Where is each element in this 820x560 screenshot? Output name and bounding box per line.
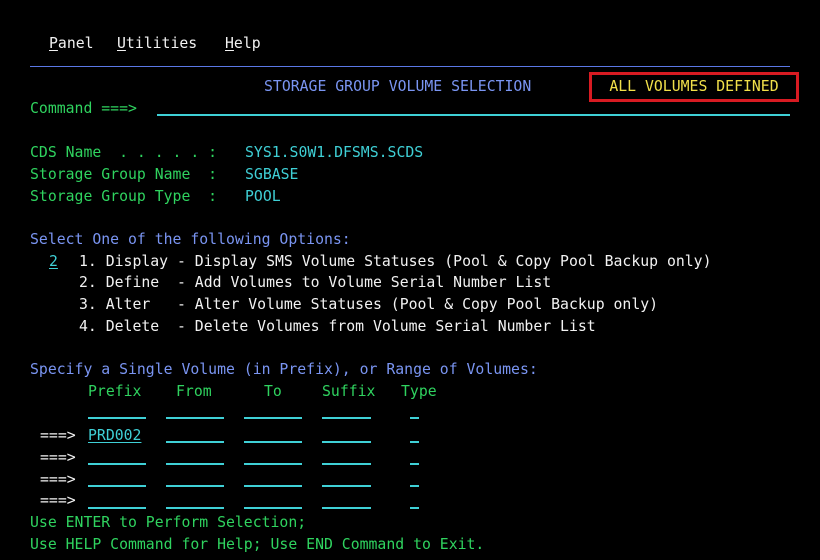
option-delete: 4. Delete - Delete Volumes from Volume S… bbox=[79, 318, 596, 335]
row-arrow: ===> bbox=[40, 427, 76, 444]
to-input[interactable] bbox=[244, 441, 302, 443]
storage-group-name-value: SGBASE bbox=[245, 166, 299, 183]
menu-separator bbox=[30, 66, 790, 67]
cds-name-label: CDS Name . . . . . : bbox=[30, 144, 218, 161]
options-heading: Select One of the following Options: bbox=[30, 231, 351, 248]
suffix-input[interactable] bbox=[322, 485, 371, 487]
row-arrow: ===> bbox=[40, 471, 76, 488]
command-label: Command ===> bbox=[30, 100, 137, 117]
col-to: To bbox=[264, 383, 282, 400]
volume-heading: Specify a Single Volume (in Prefix), or … bbox=[30, 361, 538, 378]
option-define: 2. Define - Add Volumes to Volume Serial… bbox=[79, 274, 552, 291]
type-input[interactable] bbox=[410, 441, 419, 443]
to-input[interactable] bbox=[244, 507, 302, 509]
col-prefix: Prefix bbox=[88, 383, 142, 400]
option-alter: 3. Alter - Alter Volume Statuses (Pool &… bbox=[79, 296, 659, 313]
menu-utilities-label: tilities bbox=[125, 35, 198, 52]
prefix-input[interactable]: PRD002 bbox=[88, 425, 146, 447]
type-header-underline bbox=[410, 417, 419, 419]
type-input[interactable] bbox=[410, 507, 419, 509]
to-header-underline bbox=[244, 417, 302, 419]
col-suffix: Suffix bbox=[322, 383, 376, 400]
col-from: From bbox=[176, 383, 212, 400]
from-header-underline bbox=[166, 417, 224, 419]
from-input[interactable] bbox=[166, 463, 224, 465]
ispf-panel: Panel Utilities Help STORAGE GROUP VOLUM… bbox=[0, 0, 820, 560]
menu-panel-hotkey: P bbox=[49, 35, 58, 52]
menu-panel[interactable]: Panel bbox=[49, 33, 94, 55]
to-input[interactable] bbox=[244, 463, 302, 465]
menu-help-hotkey: H bbox=[225, 35, 234, 52]
menu-utilities-hotkey: U bbox=[117, 35, 126, 52]
menu-help-label: elp bbox=[233, 35, 261, 52]
storage-group-type-label: Storage Group Type : bbox=[30, 188, 218, 205]
menu-utilities[interactable]: Utilities bbox=[117, 33, 197, 55]
panel-title: STORAGE GROUP VOLUME SELECTION bbox=[264, 78, 532, 95]
suffix-input[interactable] bbox=[322, 507, 371, 509]
option-display: 1. Display - Display SMS Volume Statuses… bbox=[79, 253, 712, 270]
cds-name-value: SYS1.S0W1.DFSMS.SCDS bbox=[245, 144, 424, 161]
from-input[interactable] bbox=[166, 507, 224, 509]
from-input[interactable] bbox=[166, 485, 224, 487]
row-arrow: ===> bbox=[40, 492, 76, 509]
type-input[interactable] bbox=[410, 485, 419, 487]
menu-help[interactable]: Help bbox=[225, 33, 261, 55]
suffix-header-underline bbox=[322, 417, 371, 419]
prefix-input[interactable] bbox=[88, 463, 146, 465]
from-input[interactable] bbox=[166, 441, 224, 443]
status-message: ALL VOLUMES DEFINED bbox=[589, 72, 799, 102]
command-input[interactable] bbox=[157, 114, 790, 116]
to-input[interactable] bbox=[244, 485, 302, 487]
type-input[interactable] bbox=[410, 463, 419, 465]
prefix-input[interactable] bbox=[88, 485, 146, 487]
prefix-header-underline bbox=[88, 417, 146, 419]
option-selection-field[interactable]: 2 bbox=[49, 251, 58, 273]
row-arrow: ===> bbox=[40, 449, 76, 466]
footer-help-hint: Use HELP Command for Help; Use END Comma… bbox=[30, 536, 485, 553]
footer-enter-hint: Use ENTER to Perform Selection; bbox=[30, 514, 307, 531]
prefix-input[interactable] bbox=[88, 507, 146, 509]
col-type: Type bbox=[401, 383, 437, 400]
suffix-input[interactable] bbox=[322, 463, 371, 465]
suffix-input[interactable] bbox=[322, 441, 371, 443]
storage-group-name-label: Storage Group Name : bbox=[30, 166, 218, 183]
storage-group-type-value: POOL bbox=[245, 188, 281, 205]
menu-panel-label: anel bbox=[57, 35, 94, 52]
